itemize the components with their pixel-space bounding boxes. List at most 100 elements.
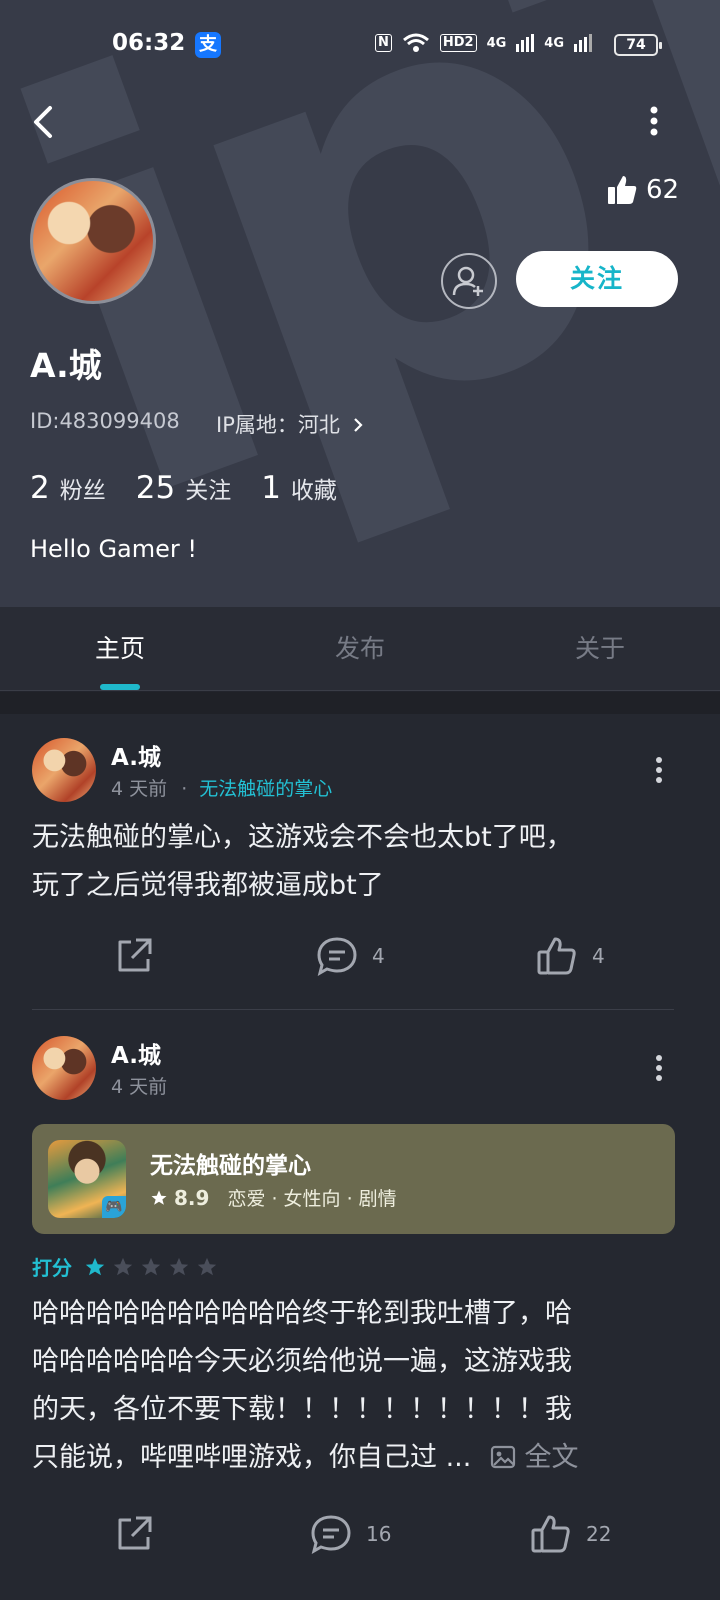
favorites-count[interactable]: 1: [261, 470, 281, 506]
following-count[interactable]: 25: [136, 470, 175, 506]
fans-count[interactable]: 2: [30, 470, 50, 506]
game-info: 8.9 恋爱 · 女性向 · 剧情: [150, 1184, 397, 1211]
like-button[interactable]: 22: [530, 1514, 611, 1554]
tab-posts[interactable]: 发布: [240, 607, 480, 690]
game-score: 8.9: [174, 1185, 210, 1210]
status-bar: 06:32 支 N HD2 4G 4G 74: [0, 0, 720, 90]
post-author[interactable]: A.城: [111, 738, 161, 772]
tab-about[interactable]: 关于: [480, 607, 720, 690]
wifi-icon: [402, 33, 429, 52]
post-text[interactable]: 哈哈哈哈哈哈哈哈哈哈终于轮到我吐槽了，哈 哈哈哈哈哈哈今天必须给他说一遍，这游戏…: [32, 1290, 672, 1482]
rating-star-icon: [169, 1257, 189, 1275]
post-text-line: 哈哈哈哈哈哈哈哈哈哈终于轮到我吐槽了，哈: [32, 1298, 572, 1329]
battery-icon: 74: [614, 34, 662, 56]
post-time: 4 天前: [111, 1076, 168, 1098]
profile-stats: 2 粉丝 25 关注 1 收藏: [30, 470, 367, 506]
chevron-right-icon: [353, 418, 363, 432]
game-card[interactable]: 🎮 无法触碰的掌心 8.9 恋爱 · 女性向 · 剧情: [32, 1124, 675, 1234]
following-label[interactable]: 关注: [185, 471, 231, 505]
profile-tabs: 主页 发布 关于: [0, 607, 720, 691]
comment-count: 16: [366, 1522, 392, 1546]
feed: A.城 4 天前 · 无法触碰的掌心 无法触碰的掌心，这游戏会不会也太bt了吧，…: [0, 714, 720, 1600]
thumbs-up-outline-icon: [537, 937, 576, 975]
post-more-icon[interactable]: [652, 1054, 666, 1082]
post-more-icon[interactable]: [652, 756, 666, 784]
post-text-line: 只能说，哔哩哔哩游戏，你自己过 ...: [32, 1442, 472, 1473]
post-meta: 4 天前: [111, 1072, 167, 1099]
post-card[interactable]: A.城 4 天前 · 无法触碰的掌心 无法触碰的掌心，这游戏会不会也太bt了吧，…: [0, 714, 720, 1010]
signal-4g-icon-2: 4G: [544, 35, 564, 51]
more-options-icon[interactable]: [646, 106, 662, 136]
rating-star-icon: [141, 1257, 161, 1275]
signal-4g-icon: 4G: [486, 35, 507, 51]
post-actions: 4 4: [0, 928, 720, 988]
game-badge-icon: 🎮: [102, 1196, 126, 1218]
add-friend-button[interactable]: [441, 253, 497, 309]
post-text-line: 哈哈哈哈哈哈今天必须给他说一遍，这游戏我: [32, 1346, 572, 1377]
thumbs-up-icon: [608, 176, 637, 204]
likes-count: 62: [646, 175, 680, 205]
post-text-line: 玩了之后觉得我都被逼成bt了: [32, 870, 384, 901]
comment-icon: [311, 1515, 351, 1554]
comment-count: 4: [372, 944, 385, 968]
post-time: 4 天前: [111, 778, 168, 800]
nfc-icon: N: [374, 34, 392, 52]
rating-star-icon: [113, 1257, 133, 1275]
comment-button[interactable]: 4: [316, 936, 385, 976]
full-text-link[interactable]: 全文: [490, 1442, 579, 1473]
game-icon: 🎮: [48, 1140, 126, 1218]
ip-location-text: IP属地：河北: [216, 413, 340, 437]
comment-button[interactable]: 16: [310, 1514, 391, 1554]
back-arrow-icon[interactable]: [30, 104, 60, 140]
rating-label: 打分: [32, 1256, 72, 1280]
post-actions: 16 22: [0, 1502, 720, 1562]
post-topic-tag[interactable]: 无法触碰的掌心: [199, 778, 332, 800]
status-icons: N HD2 4G 4G: [374, 33, 592, 53]
post-avatar[interactable]: [32, 1036, 96, 1100]
fans-label[interactable]: 粉丝: [60, 471, 106, 505]
post-card[interactable]: A.城 4 天前 🎮 无法触碰的掌心 8.9 恋爱 · 女性向 · 剧情 打分: [0, 1010, 720, 1600]
add-user-icon: [452, 266, 483, 296]
like-count: 4: [592, 944, 605, 968]
share-icon: [118, 1516, 152, 1550]
signal-bars-icon-2: [574, 34, 592, 52]
favorites-label[interactable]: 收藏: [291, 471, 337, 505]
like-button[interactable]: 4: [536, 936, 605, 976]
meta-separator: ·: [181, 778, 188, 800]
ip-location[interactable]: IP属地：河北: [216, 409, 365, 439]
post-text[interactable]: 无法触碰的掌心，这游戏会不会也太bt了吧， 玩了之后觉得我都被逼成bt了: [32, 814, 672, 910]
follow-button[interactable]: 关注: [516, 251, 678, 307]
profile-header: ipTa 06:32 支 N HD2 4G 4G 74 62 关注 A.城 ID…: [0, 0, 720, 620]
post-text-line: 的天，各位不要下载！！！！！！！！！！我: [32, 1394, 572, 1425]
tab-active-indicator: [100, 684, 140, 690]
section-gap: [0, 692, 720, 714]
share-button[interactable]: [114, 936, 154, 976]
profile-name: A.城: [30, 346, 102, 385]
thumbs-up-outline-icon: [531, 1515, 570, 1553]
signal-bars-icon: [516, 34, 535, 52]
rating-row: 打分: [32, 1252, 218, 1281]
post-meta: 4 天前 · 无法触碰的掌心: [111, 774, 332, 801]
tab-home[interactable]: 主页: [0, 607, 240, 690]
post-text-last-line: 只能说，哔哩哔哩游戏，你自己过 ... 全文: [32, 1434, 672, 1482]
status-time: 06:32: [112, 30, 186, 56]
profile-avatar[interactable]: [30, 178, 156, 304]
like-count: 22: [586, 1522, 612, 1546]
share-icon: [118, 938, 152, 972]
comment-icon: [317, 937, 357, 976]
image-icon: [490, 1445, 516, 1469]
share-button[interactable]: [114, 1514, 154, 1554]
rating-star-icon: [85, 1257, 105, 1275]
alipay-icon: 支: [195, 32, 221, 58]
star-icon: [151, 1190, 167, 1205]
game-tags: 恋爱 · 女性向 · 剧情: [227, 1188, 397, 1210]
full-text-label: 全文: [524, 1442, 579, 1473]
profile-id: ID:483099408: [30, 409, 180, 433]
tab-posts-label: 发布: [334, 634, 385, 663]
post-text-line: 无法触碰的掌心，这游戏会不会也太bt了吧，: [32, 822, 573, 853]
profile-likes[interactable]: 62: [606, 174, 679, 206]
post-author[interactable]: A.城: [111, 1036, 161, 1070]
profile-page: ipTa 06:32 支 N HD2 4G 4G 74 62 关注 A.城 ID…: [0, 0, 720, 1600]
rating-star-icon: [197, 1257, 217, 1275]
post-avatar[interactable]: [32, 738, 96, 802]
